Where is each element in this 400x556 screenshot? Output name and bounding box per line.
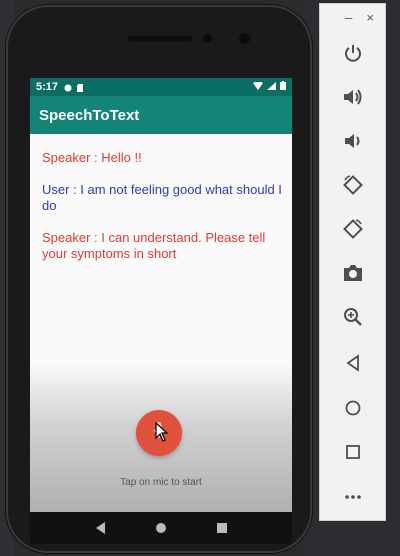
power-button[interactable] xyxy=(337,37,369,69)
app-title: SpeechToText xyxy=(39,106,140,124)
nav-overview-icon[interactable] xyxy=(216,523,227,533)
speaker-message: Speaker : Hello !! xyxy=(42,150,142,165)
volume-down-button[interactable] xyxy=(337,125,369,157)
sd-card-icon xyxy=(77,83,85,92)
mouse-cursor-icon xyxy=(155,421,169,447)
user-message: User : I am not feeling good what should… xyxy=(42,182,282,213)
conversation-list: Speaker : Hello !! User : I am not feeli… xyxy=(30,134,292,262)
rotate-left-button[interactable] xyxy=(337,169,369,201)
earpiece xyxy=(128,36,192,42)
nav-home-icon[interactable] xyxy=(155,523,166,533)
battery-icon xyxy=(280,81,286,93)
rotate-right-button[interactable] xyxy=(337,213,369,245)
power-icon xyxy=(345,45,361,62)
rotate-right-icon xyxy=(343,219,363,239)
zoom-button[interactable] xyxy=(337,301,369,333)
back-button[interactable] xyxy=(337,347,369,379)
overview-icon xyxy=(346,445,360,459)
close-icon[interactable]: × xyxy=(366,10,374,25)
screenshot-button[interactable] xyxy=(337,257,369,289)
home-button[interactable] xyxy=(337,392,369,424)
android-nav-bar xyxy=(30,512,292,544)
front-camera xyxy=(239,33,250,44)
mic-hint-label: Tap on mic to start xyxy=(120,477,202,488)
wifi-icon xyxy=(253,81,263,93)
status-time: 5:17 xyxy=(36,81,59,93)
more-icon xyxy=(345,495,361,499)
volume-up-button[interactable] xyxy=(337,81,369,113)
overview-button[interactable] xyxy=(337,436,369,468)
notification-icon xyxy=(64,83,72,92)
signal-icon xyxy=(267,81,276,93)
status-bar: 5:17 xyxy=(30,78,292,96)
zoom-icon xyxy=(344,308,362,326)
volume-down-icon xyxy=(345,134,360,148)
app-bar: SpeechToText xyxy=(30,96,292,134)
more-button[interactable] xyxy=(337,481,369,513)
volume-up-icon xyxy=(344,89,362,105)
minimize-icon[interactable]: – xyxy=(345,10,352,25)
front-sensor xyxy=(203,34,212,43)
camera-icon xyxy=(344,265,362,281)
emulator-toolbar: – × xyxy=(319,3,386,521)
back-icon xyxy=(346,354,359,372)
home-icon xyxy=(345,400,361,416)
nav-back-icon[interactable] xyxy=(95,522,105,534)
rotate-left-icon xyxy=(343,175,363,195)
speaker-message: Speaker : I can understand. Please tell … xyxy=(42,230,266,261)
